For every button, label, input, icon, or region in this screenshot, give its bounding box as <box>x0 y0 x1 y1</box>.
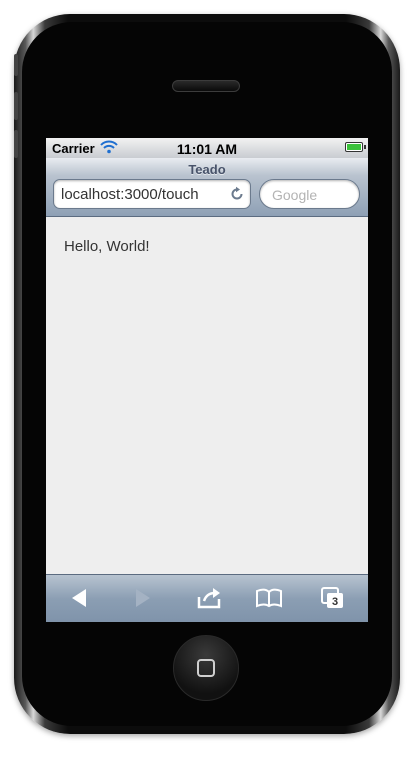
home-button[interactable] <box>173 635 239 701</box>
share-button[interactable] <box>194 585 224 611</box>
bookmarks-icon <box>256 588 282 608</box>
back-arrow-icon <box>72 589 86 607</box>
browser-address-bar: Teado localhost:3000/touch Google <box>46 158 368 217</box>
search-placeholder: Google <box>272 187 318 203</box>
screen: Carrier 11:01 AM Teado localhost:3000/to… <box>46 138 368 622</box>
pages-count: 3 <box>332 596 338 608</box>
earpiece-speaker <box>172 80 240 92</box>
home-square-icon <box>197 659 215 677</box>
page-title: Teado <box>188 162 226 177</box>
side-button-top <box>14 54 18 76</box>
volume-down-button <box>14 130 18 158</box>
share-icon <box>197 588 221 609</box>
web-content: Hello, World! <box>46 217 368 574</box>
pages-icon: 3 <box>321 587 343 608</box>
browser-toolbar: 3 <box>46 574 368 622</box>
forward-button[interactable] <box>128 585 158 611</box>
volume-up-button <box>14 92 18 120</box>
url-text: localhost:3000/touch <box>61 186 199 203</box>
battery-level <box>347 144 361 150</box>
page-text: Hello, World! <box>64 238 150 255</box>
battery-icon <box>345 142 366 152</box>
back-button[interactable] <box>64 585 94 611</box>
bookmarks-button[interactable] <box>254 585 284 611</box>
url-field[interactable]: localhost:3000/touch <box>53 179 251 209</box>
clock: 11:01 AM <box>176 141 238 157</box>
pages-button[interactable]: 3 <box>318 585 348 611</box>
search-input[interactable]: Google <box>259 179 360 209</box>
reload-icon[interactable] <box>229 186 245 207</box>
status-bar: Carrier 11:01 AM <box>46 138 368 158</box>
forward-arrow-icon <box>136 589 150 607</box>
